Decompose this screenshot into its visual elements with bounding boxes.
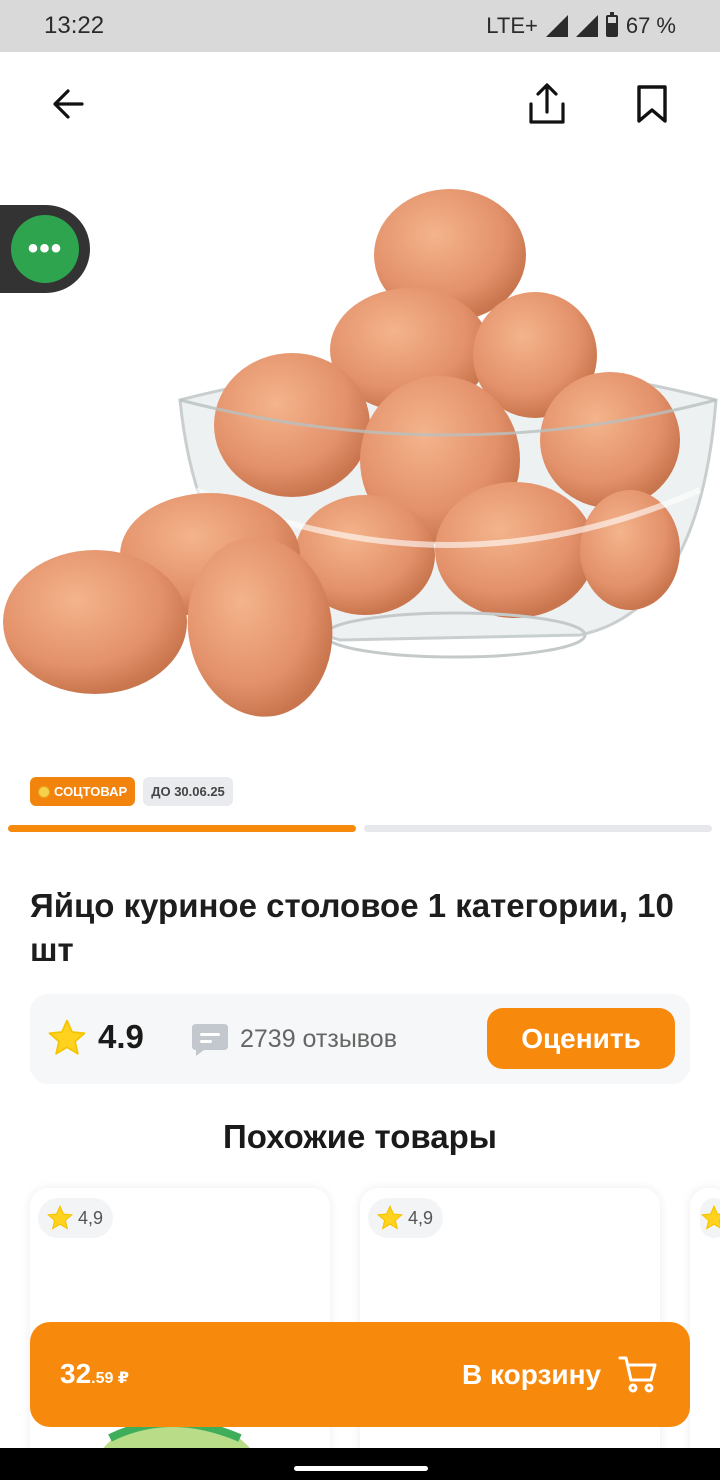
rating-value: 4.9	[98, 1018, 144, 1055]
date-badge: ДО 30.06.25	[143, 777, 233, 806]
reviews-count-link[interactable]: 2739 отзывов	[240, 1025, 397, 1054]
status-time: 13:22	[44, 12, 105, 39]
coin-icon	[38, 785, 50, 798]
star-icon	[376, 1204, 404, 1230]
pager-segment[interactable]	[364, 825, 712, 832]
bookmark-icon	[637, 85, 667, 123]
cart-icon[interactable]	[618, 1354, 658, 1394]
rating-panel: 4.9 2739 отзывов Оценить	[30, 994, 690, 1084]
star-icon	[46, 1204, 74, 1230]
reviews-icon	[192, 1024, 228, 1056]
home-indicator[interactable]	[294, 1466, 428, 1471]
social-badge-label: СОЦТОВАР	[54, 784, 128, 799]
pager-segment-active[interactable]	[8, 825, 356, 832]
top-nav	[0, 52, 720, 156]
status-bar: 13:22 LTE+ 67 %	[0, 0, 720, 52]
rate-button[interactable]: Оценить	[487, 1008, 675, 1069]
price: 32.59 ₽	[60, 1358, 129, 1390]
back-button[interactable]	[44, 80, 92, 128]
floating-menu[interactable]: •••	[0, 205, 90, 293]
star-icon	[48, 1019, 86, 1055]
similar-product-card[interactable]	[690, 1188, 720, 1480]
social-badge: СОЦТОВАР	[30, 777, 136, 806]
similar-products-title: Похожие товары	[223, 1118, 497, 1155]
card-rating	[700, 1198, 720, 1238]
star-icon	[700, 1204, 720, 1230]
card-rating: 4,9	[368, 1198, 444, 1238]
signal-icon	[575, 15, 598, 37]
card-rating-value: 4,9	[78, 1207, 104, 1228]
share-icon	[529, 83, 565, 124]
product-image[interactable]	[0, 160, 720, 760]
signal-icon	[545, 15, 568, 37]
price-currency: ₽	[117, 1370, 129, 1387]
network-type: LTE+	[486, 13, 538, 38]
battery-icon	[605, 12, 618, 37]
add-to-cart-bar[interactable]: 32.59 ₽ В корзину	[30, 1322, 690, 1427]
share-button[interactable]	[523, 80, 571, 128]
gallery-pager	[8, 825, 712, 833]
card-rating: 4,9	[38, 1198, 114, 1238]
more-dots-icon[interactable]: •••	[11, 215, 79, 283]
price-main: 32	[60, 1358, 92, 1389]
status-indicators: LTE+ 67 %	[486, 12, 676, 39]
price-cents: .59	[91, 1370, 114, 1387]
bookmark-button[interactable]	[628, 80, 676, 128]
card-rating-value: 4,9	[408, 1207, 434, 1228]
product-title: Яйцо куриное столовое 1 категории, 10 шт	[30, 887, 674, 968]
system-nav-bar	[0, 1448, 720, 1480]
battery-level: 67 %	[625, 13, 676, 38]
arrow-left-icon	[53, 89, 84, 119]
add-to-cart-label[interactable]: В корзину	[462, 1359, 601, 1391]
product-badges: СОЦТОВАР ДО 30.06.25	[30, 777, 233, 806]
